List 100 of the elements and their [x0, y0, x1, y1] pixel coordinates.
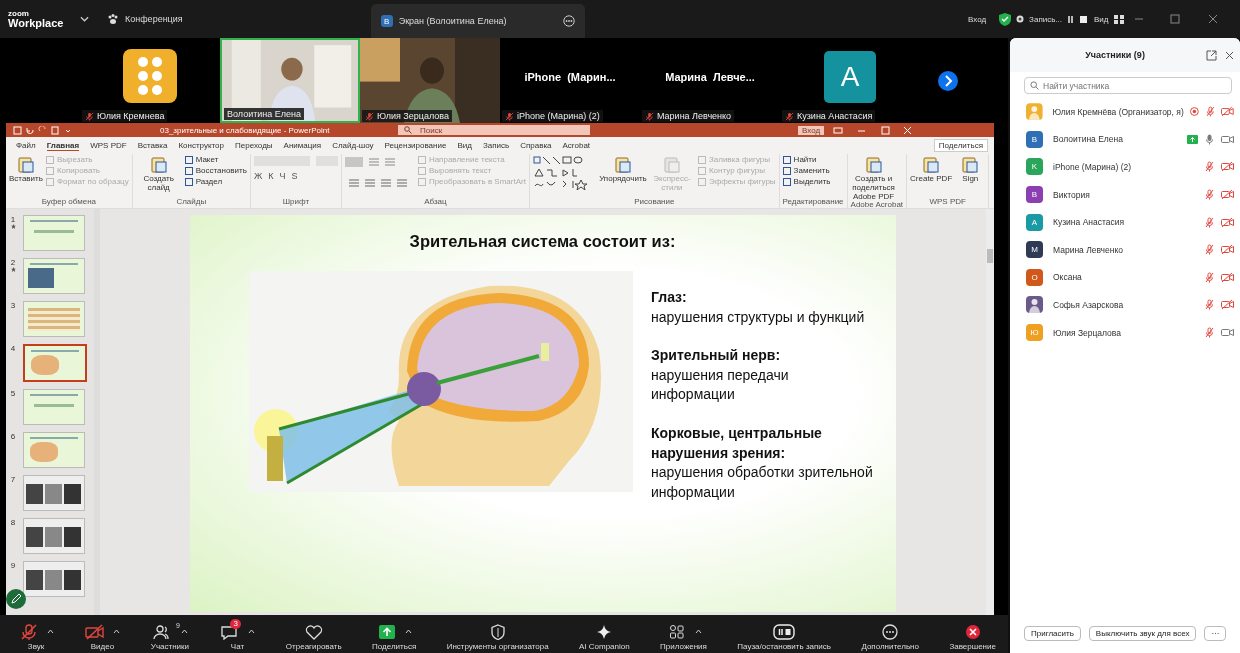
slide-thumbnail[interactable] [23, 475, 85, 511]
ribbon-button[interactable]: Восстановить [184, 166, 247, 176]
participant-row[interactable]: В Волоитина Елена [1010, 125, 1240, 154]
mic-muted-icon[interactable] [1204, 244, 1215, 256]
toolbar-button[interactable]: Приложения [660, 617, 707, 651]
ribbon-tab[interactable]: Справка [520, 141, 552, 150]
ribbon-tab[interactable]: Вид [457, 141, 472, 150]
camera-off-icon[interactable] [1221, 216, 1234, 228]
ribbon-tab[interactable]: Acrobat [562, 141, 591, 150]
panel-button[interactable]: Выключить звук для всех [1088, 626, 1197, 641]
toolbar-button[interactable]: Поделиться [372, 617, 417, 651]
toolbar-button[interactable]: AI Companion [579, 617, 630, 651]
meeting-tab[interactable]: Конференция [99, 4, 241, 34]
video-tile[interactable]: Юлия Зерцалова [360, 38, 500, 123]
scrollbar-thumb[interactable] [987, 249, 993, 263]
more-button[interactable]: ··· [1204, 626, 1227, 641]
toolbar-button[interactable]: Завершение [949, 617, 996, 651]
slide-thumbnail[interactable] [23, 215, 85, 251]
ribbon-tab[interactable]: Конструктор [178, 141, 225, 150]
participant-row[interactable]: В Виктория [1010, 180, 1240, 209]
sign-in-button[interactable]: Вход [798, 125, 825, 135]
camera-off-icon[interactable] [1221, 244, 1234, 256]
mic-muted-icon[interactable] [1204, 299, 1215, 311]
ribbon-tab[interactable]: Слайд-шоу [332, 141, 374, 150]
participant-row[interactable]: А Кузина Анастасия [1010, 208, 1240, 236]
caret-icon[interactable] [47, 629, 54, 634]
grid-icon[interactable] [1113, 14, 1124, 24]
chevron-down-icon[interactable] [80, 16, 89, 22]
toolbar-button[interactable]: Дополнительно [861, 617, 919, 651]
format-button[interactable]: S [291, 172, 298, 182]
slide-thumbnail[interactable] [23, 258, 85, 294]
caret-icon[interactable] [248, 629, 256, 634]
slide-thumbnail[interactable] [23, 301, 85, 337]
mic-muted-icon[interactable] [1204, 106, 1216, 118]
camera-off-icon[interactable] [1221, 106, 1234, 118]
ribbon-button[interactable]: Выделить [782, 177, 831, 187]
slide-thumbnail[interactable] [23, 432, 85, 468]
slide-thumbnail[interactable] [23, 344, 87, 382]
format-button[interactable]: К [268, 172, 274, 182]
format-button[interactable]: Ч [279, 172, 286, 182]
share-button[interactable]: Поделиться [933, 139, 988, 152]
camera-icon[interactable] [1221, 327, 1234, 339]
microphone-icon[interactable] [1204, 133, 1215, 145]
ribbon-tab[interactable]: WPS PDF [90, 141, 127, 150]
window-controls-icon[interactable] [832, 125, 913, 135]
ribbon-button[interactable]: Создать и поделиться Adobe PDF [850, 156, 897, 202]
ribbon-tab[interactable]: Вставка [137, 141, 168, 150]
close-icon[interactable] [1225, 50, 1234, 60]
view-button[interactable]: Вид [1094, 14, 1109, 24]
mic-muted-icon[interactable] [1204, 271, 1215, 283]
participant-row[interactable]: О Оксана [1010, 263, 1240, 292]
mic-muted-icon[interactable] [1204, 327, 1215, 339]
sign-in-button[interactable]: Вход [968, 14, 987, 24]
participant-row[interactable]: Ю Юлия Зерцалова [1010, 318, 1240, 347]
pause-stop-icon[interactable] [1067, 14, 1090, 24]
toolbar-button[interactable]: Отреагировать [285, 617, 342, 651]
search-field[interactable]: Поиск [398, 125, 590, 135]
ribbon-button[interactable]: Найти [782, 156, 831, 165]
ribbon-button[interactable]: Макет [184, 156, 247, 165]
ribbon-tab[interactable]: Переходы [235, 141, 273, 150]
mic-muted-icon[interactable] [1204, 161, 1215, 173]
participant-row[interactable]: Юлия Кремнёва (Организатор, я) [1010, 98, 1240, 126]
format-button[interactable]: Ж [253, 172, 263, 182]
meeting-tab[interactable]: В Экран (Волоитина Елена) [370, 4, 585, 38]
mic-muted-icon[interactable] [1204, 189, 1215, 201]
ribbon-tab[interactable]: Файл [16, 141, 36, 150]
slide-thumbnail[interactable] [23, 518, 85, 554]
participant-row[interactable]: Софья Азарскова [1010, 291, 1240, 319]
ribbon-button[interactable]: Заменить [782, 166, 831, 176]
ribbon-button[interactable]: Create PDF [910, 156, 953, 184]
ribbon-button[interactable]: Раздел [184, 177, 247, 187]
ribbon-tab[interactable]: Рецензирование [384, 141, 447, 150]
slide-thumbnail[interactable] [23, 389, 85, 425]
ribbon-button[interactable]: Создать слайд [135, 156, 182, 193]
participant-row[interactable]: K iPhone (Марина) (2) [1010, 153, 1240, 181]
toolbar-button[interactable]: Инструменты организатора [446, 617, 549, 651]
ribbon-button[interactable]: Вставить [9, 156, 43, 184]
pencil-button[interactable] [6, 589, 26, 609]
panel-button[interactable]: Пригласить [1024, 626, 1081, 641]
caret-icon[interactable] [113, 629, 121, 634]
camera-icon[interactable] [1221, 133, 1234, 145]
ribbon-button[interactable]: Упорядочить [599, 156, 646, 184]
ribbon-tab[interactable]: Запись [482, 141, 510, 150]
mic-muted-icon[interactable] [1204, 216, 1215, 228]
ribbon-tab[interactable]: Анимация [283, 141, 322, 150]
toolbar-button[interactable]: Пауза/остановить запись [737, 617, 831, 651]
next-arrow-button[interactable] [938, 70, 958, 91]
ribbon-button[interactable]: Sign [955, 156, 986, 184]
ribbon-tab[interactable]: Главная [46, 140, 80, 151]
pop-out-icon[interactable] [1206, 49, 1217, 61]
camera-off-icon[interactable] [1221, 189, 1234, 201]
toolbar-button[interactable]: 3 Чат [219, 617, 256, 651]
search-field[interactable]: Найти участника [1024, 77, 1232, 94]
caret-icon[interactable] [694, 629, 702, 634]
video-tile[interactable]: Волоитина Елена [220, 38, 360, 123]
caret-icon[interactable] [405, 629, 413, 634]
camera-off-icon[interactable] [1221, 271, 1234, 283]
participant-row[interactable]: М Марина Левченко [1010, 235, 1240, 264]
more-icon[interactable] [562, 15, 575, 27]
camera-off-icon[interactable] [1221, 299, 1234, 311]
